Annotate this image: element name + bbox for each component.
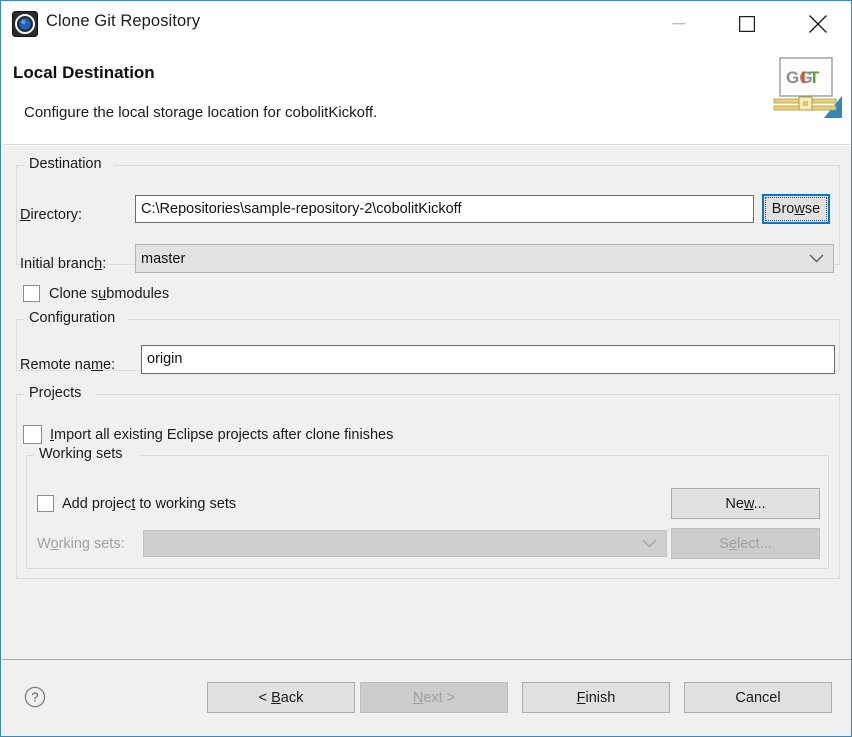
browse-button[interactable]: Browse [762,194,830,224]
cancel-button[interactable]: Cancel [684,682,832,713]
working-sets-combo [143,530,667,557]
select-working-set-button: Select... [671,528,820,559]
svg-text:I: I [801,68,806,87]
directory-label: Directory: [20,207,82,223]
initial-branch-combo[interactable]: master [135,244,834,273]
page-title: Local Destination [13,63,155,83]
svg-text:G: G [786,68,799,87]
initial-branch-label: Initial branch: [20,256,106,272]
wizard-header: Local Destination Configure the local st… [2,47,850,145]
remote-name-label: Remote name: [20,357,115,373]
import-projects-checkbox[interactable] [23,425,42,444]
chevron-down-icon [809,251,824,267]
chevron-down-icon [642,536,657,552]
svg-text:?: ? [32,691,39,705]
git-repository-icon [12,11,38,37]
destination-group-legend: Destination [25,156,106,172]
working-sets-label: Working sets: [37,536,125,552]
close-icon[interactable] [795,1,841,47]
window-title: Clone Git Repository [46,12,200,31]
help-icon[interactable]: ? [24,686,46,708]
clone-git-repository-dialog: Clone Git Repository Local Destination C… [0,0,852,737]
projects-group-legend: Projects [25,385,85,401]
svg-text:T: T [809,68,820,87]
import-projects-label[interactable]: Import all existing Eclipse projects aft… [50,427,393,443]
dialog-button-bar: ? < Back Next > Finish Cancel [2,659,851,736]
clone-submodules-label[interactable]: Clone submodules [49,286,169,302]
maximize-icon[interactable] [724,1,770,47]
finish-button[interactable]: Finish [522,682,670,713]
back-button[interactable]: < Back [207,682,355,713]
clone-submodules-checkbox[interactable] [23,285,40,302]
add-project-checkbox[interactable] [37,495,54,512]
new-working-set-button[interactable]: New... [671,488,820,519]
initial-branch-value: master [141,251,185,267]
configuration-group-legend: Configuration [25,310,119,326]
next-button: Next > [360,682,508,713]
git-banner-icon: G G I T [770,52,844,124]
page-description: Configure the local storage location for… [24,104,377,121]
working-sets-group-legend: Working sets [35,446,127,462]
title-bar: Clone Git Repository [1,1,851,47]
directory-input[interactable]: C:\Repositories\sample-repository-2\cobo… [135,195,754,223]
remote-name-input[interactable]: origin [141,345,835,374]
add-project-label[interactable]: Add project to working sets [62,496,236,512]
wizard-content: Destination Directory: C:\Repositories\s… [2,146,851,659]
minimize-icon[interactable] [656,1,702,47]
